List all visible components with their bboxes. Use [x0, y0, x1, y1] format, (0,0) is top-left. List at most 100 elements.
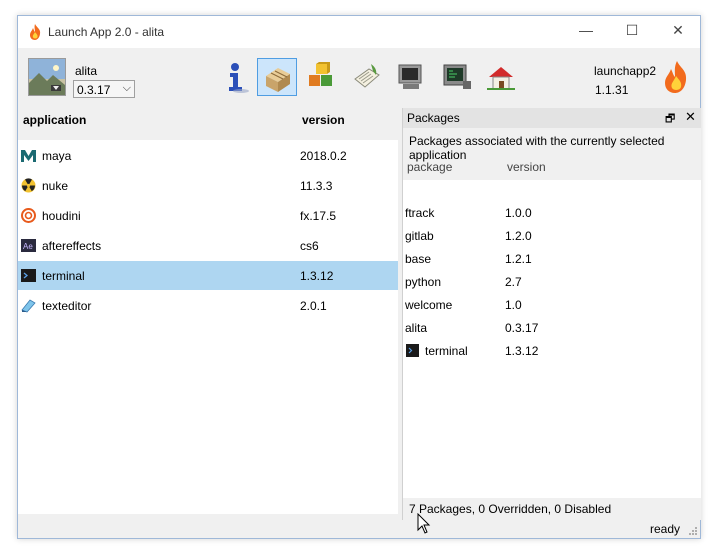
float-icon[interactable]: 🗗 [665, 110, 675, 129]
package-row[interactable]: terminal 1.3.12 [403, 340, 701, 363]
flame-logo-icon [665, 61, 687, 93]
resize-grip-icon[interactable] [688, 526, 698, 536]
user-name: alita [75, 64, 98, 78]
package-row[interactable]: python 2.7 [403, 271, 701, 294]
application-list-header: application version [18, 102, 398, 140]
blocks-button[interactable] [301, 58, 341, 96]
launcher-name: launchapp2 [594, 64, 657, 78]
terminal-icon [406, 344, 419, 357]
toolbar: alita 0.3.17 ⌵ launchapp2 1.1.31 [18, 48, 700, 102]
chevron-down-icon: ⌵ [122, 82, 131, 94]
package-version: 1.0 [505, 298, 522, 312]
aftereffects-icon: Ae [21, 239, 36, 252]
texteditor-icon [21, 299, 36, 313]
package-row[interactable]: base 1.2.1 [403, 248, 701, 271]
svg-text:Ae: Ae [23, 242, 33, 251]
packages-summary: 7 Packages, 0 Overridden, 0 Disabled [409, 502, 612, 516]
column-header-package[interactable]: package [407, 160, 452, 174]
blocks-icon [309, 62, 332, 86]
application-version: 1.3.12 [300, 269, 334, 283]
application-name: terminal [42, 269, 85, 283]
package-row[interactable]: alita 0.3.17 [403, 317, 701, 340]
packages-summary-bar: 7 Packages, 0 Overridden, 0 Disabled [402, 498, 701, 520]
package-version: 0.3.17 [505, 321, 539, 335]
close-button[interactable]: ✕ [655, 16, 701, 48]
user-avatar[interactable] [28, 58, 66, 96]
app-window: Launch App 2.0 - alita — ☐ ✕ alita 0.3.1… [17, 15, 701, 539]
application-name: texteditor [42, 299, 92, 313]
application-row-houdini[interactable]: houdini fx.17.5 [18, 201, 398, 230]
packages-dock-title: Packages [407, 111, 460, 125]
houdini-icon [21, 208, 36, 223]
package-name: welcome [405, 298, 453, 312]
package-name: python [405, 275, 442, 289]
packages-description-text: Packages associated with the currently s… [409, 134, 665, 162]
minimize-button[interactable]: — [563, 16, 609, 48]
status-bar: ready [18, 520, 700, 538]
close-icon: ✕ [672, 22, 684, 38]
application-version: cs6 [300, 239, 319, 253]
application-row-texteditor[interactable]: texteditor 2.0.1 [18, 291, 398, 320]
application-name: houdini [42, 209, 81, 223]
package-row[interactable]: ftrack 1.0.0 [403, 202, 701, 225]
monitor-button[interactable] [391, 58, 431, 96]
package-version: 2.7 [505, 275, 522, 289]
application-version: fx.17.5 [300, 209, 337, 223]
window-title: Launch App 2.0 - alita [48, 25, 165, 39]
package-icon [266, 68, 290, 92]
packages-dock: Packages 🗗 ✕ Packages associated with th… [402, 108, 701, 520]
application-row-aftereffects[interactable]: Ae aftereffects cs6 [18, 231, 398, 260]
landscape-icon [29, 59, 65, 95]
package-name: alita [405, 321, 428, 335]
application-row-maya[interactable]: maya 2018.0.2 [18, 141, 398, 170]
terminal-icon [21, 269, 36, 282]
nuke-icon [21, 178, 36, 193]
packages-dock-title-bar: Packages 🗗 ✕ [403, 108, 701, 128]
notes-button[interactable] [347, 58, 387, 96]
maximize-icon: ☐ [625, 22, 639, 38]
maya-icon [21, 150, 36, 162]
package-name: terminal [425, 344, 468, 358]
packages-button[interactable] [257, 58, 297, 96]
application-name: nuke [42, 179, 69, 193]
maximize-button[interactable]: ☐ [609, 16, 655, 48]
status-text: ready [649, 522, 680, 536]
package-version: 1.2.0 [505, 229, 532, 243]
application-row-nuke[interactable]: nuke 11.3.3 [18, 171, 398, 200]
package-version: 1.2.1 [505, 252, 532, 266]
close-icon[interactable]: ✕ [685, 109, 696, 125]
flame-logo-icon [30, 24, 41, 40]
version-value: 0.3.17 [77, 83, 111, 97]
terminal-monitor-button[interactable] [437, 58, 477, 96]
application-name: maya [42, 149, 72, 163]
column-header-package-version[interactable]: version [507, 160, 546, 174]
version-select[interactable]: 0.3.17 ⌵ [73, 80, 135, 98]
application-list-panel: application version maya 2018.0.2 nuke 1… [18, 102, 398, 514]
title-bar: Launch App 2.0 - alita — ☐ ✕ [18, 16, 700, 48]
packages-description: Packages associated with the currently s… [403, 128, 701, 180]
application-name: aftereffects [42, 239, 102, 253]
application-version: 2018.0.2 [300, 149, 347, 163]
minimize-icon: — [579, 22, 593, 38]
package-name: base [405, 252, 432, 266]
launcher-version: 1.1.31 [595, 83, 629, 97]
package-row[interactable]: gitlab 1.2.0 [403, 225, 701, 248]
application-version: 2.0.1 [300, 299, 327, 313]
monitor-icon [398, 64, 422, 89]
notes-icon [354, 64, 380, 88]
terminal-monitor-icon [443, 64, 471, 89]
application-row-terminal[interactable]: terminal 1.3.12 [18, 261, 398, 290]
home-icon [487, 67, 515, 90]
info-icon [229, 63, 249, 93]
home-button[interactable] [481, 58, 521, 96]
package-version: 1.0.0 [505, 206, 532, 220]
info-button[interactable] [215, 58, 255, 96]
mouse-cursor-icon [417, 513, 431, 534]
application-version: 11.3.3 [300, 179, 333, 193]
column-header-version[interactable]: version [302, 113, 345, 127]
column-header-application[interactable]: application [23, 113, 86, 127]
package-row[interactable]: welcome 1.0 [403, 294, 701, 317]
package-name: ftrack [405, 206, 435, 220]
package-name: gitlab [405, 229, 434, 243]
package-version: 1.3.12 [505, 344, 539, 358]
